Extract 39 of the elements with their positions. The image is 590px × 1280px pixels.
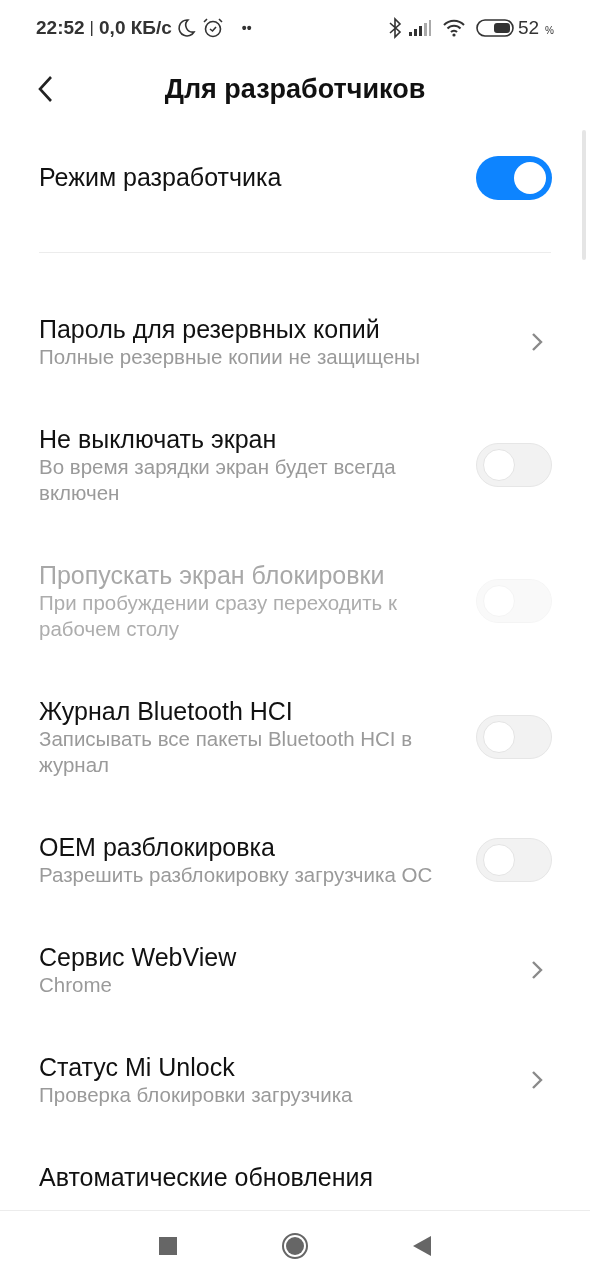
bluetooth-icon — [387, 17, 402, 39]
chevron-right-icon — [530, 331, 544, 353]
toggle-switch[interactable] — [476, 715, 552, 759]
moon-icon — [175, 18, 196, 38]
back-nav-button[interactable] — [413, 1235, 431, 1256]
setting-description: Записывать все пакеты Bluetooth HCI в журнал — [39, 726, 414, 778]
wifi-icon — [441, 19, 466, 37]
toggle-switch[interactable] — [476, 156, 552, 200]
setting-title: Автоматические обновления — [39, 1162, 375, 1192]
network-speed: 0,0 КБ/с — [99, 15, 172, 40]
status-time: 22:52 — [36, 15, 85, 40]
setting-description: Chrome — [39, 972, 113, 998]
setting-title: Пропускать экран блокировки — [39, 560, 386, 590]
setting-title: Журнал Bluetooth HCI — [39, 696, 294, 726]
recent-apps-button[interactable] — [159, 1236, 177, 1255]
toggle-switch[interactable] — [476, 443, 552, 487]
setting-title: Не выключать экран — [39, 424, 278, 454]
setting-title: Сервис WebView — [39, 942, 238, 972]
signal-icon — [407, 19, 432, 37]
status-separator: | — [89, 17, 95, 40]
chevron-right-icon — [530, 959, 544, 981]
chevron-right-icon — [530, 1069, 544, 1091]
setting-description: Проверка блокировки загрузчика — [39, 1082, 354, 1108]
setting-description: Разрешить разблокировку загрузчика ОС — [39, 862, 434, 888]
setting-description: Полные резервные копии не защищены — [39, 344, 422, 370]
home-button[interactable] — [281, 1231, 309, 1260]
battery-percent: % — [545, 23, 554, 38]
setting-description: При пробуждении сразу переходить к рабочем столу — [39, 590, 398, 642]
setting-title: Пароль для резервных копий — [39, 314, 381, 344]
battery-level: 52 — [517, 15, 540, 40]
setting-description: Во время зарядки экран будет всегда включен — [39, 454, 397, 506]
toggle-switch[interactable] — [476, 838, 552, 882]
setting-title: OEM разблокировка — [39, 832, 276, 862]
setting-title: Статус Mi Unlock — [39, 1052, 236, 1082]
setting-title: Режим разработчика — [39, 162, 282, 194]
more-notifications: •• — [241, 18, 252, 38]
page-title: Для разработчиков — [163, 72, 427, 106]
battery-icon — [475, 19, 514, 37]
alarm-clock-icon — [201, 17, 224, 39]
